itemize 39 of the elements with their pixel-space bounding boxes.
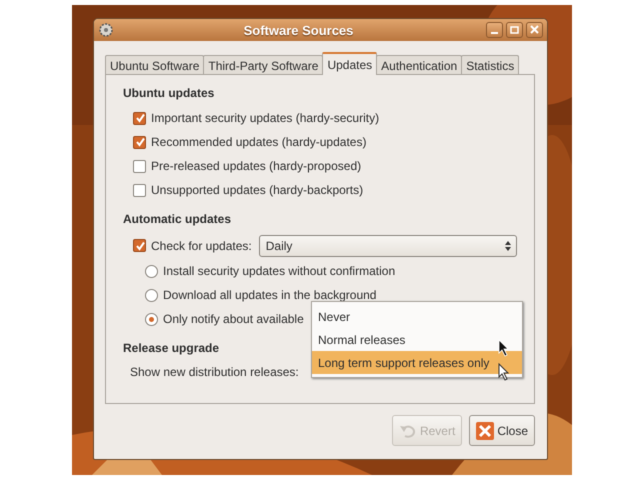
checkbox-label: Important security updates (hardy-security) [151, 111, 380, 125]
maximize-button[interactable] [506, 22, 523, 38]
tab[interactable]: Statistics [461, 55, 520, 75]
section-heading: Release upgrade [123, 341, 220, 357]
tab[interactable]: Ubuntu Software [105, 55, 204, 75]
checkbox-label: Check for updates: [151, 238, 252, 252]
checkbox-label: Recommended updates (hardy-updates) [151, 135, 366, 149]
radio-label: Download all updates in the background [163, 288, 376, 302]
checkbox-label: Unsupported updates (hardy-backports) [151, 183, 364, 197]
tab[interactable]: Updates [322, 52, 378, 75]
checkbox[interactable] [133, 184, 146, 196]
frequency-dropdown[interactable]: Daily [258, 234, 517, 256]
window-title: Software Sources [242, 22, 354, 38]
minimize-icon [491, 32, 498, 34]
undo-icon [398, 422, 417, 438]
radio-button[interactable] [145, 288, 158, 302]
menu-item[interactable]: Never [312, 305, 522, 328]
checkbox[interactable] [133, 160, 146, 172]
menu-item[interactable]: Normal releases [312, 328, 522, 351]
close-button[interactable] [526, 22, 543, 38]
radio-button[interactable] [145, 264, 158, 278]
minimize-button[interactable] [486, 22, 503, 38]
close-icon [476, 422, 494, 440]
tab[interactable]: Third-Party Software [203, 55, 324, 75]
radio-button[interactable] [145, 312, 158, 326]
radio-label: Only notify about available [163, 312, 304, 326]
checkbox[interactable] [133, 136, 146, 148]
gear-icon [98, 22, 114, 38]
checkbox[interactable] [133, 112, 146, 124]
section-heading: Ubuntu updates [123, 86, 214, 102]
tab[interactable]: Authentication [376, 55, 462, 75]
menu-item[interactable]: Long term support releases only [312, 351, 522, 374]
dialog-button[interactable]: Close [469, 415, 535, 446]
radio-label: Install security updates without confirmation [163, 264, 396, 278]
field-label: Show new distribution releases: [130, 364, 299, 381]
checkbox-label: Pre-released updates (hardy-proposed) [151, 159, 362, 173]
section-heading: Automatic updates [123, 212, 232, 228]
checkbox[interactable] [133, 239, 146, 252]
mouse-pointer-icon [498, 339, 510, 357]
